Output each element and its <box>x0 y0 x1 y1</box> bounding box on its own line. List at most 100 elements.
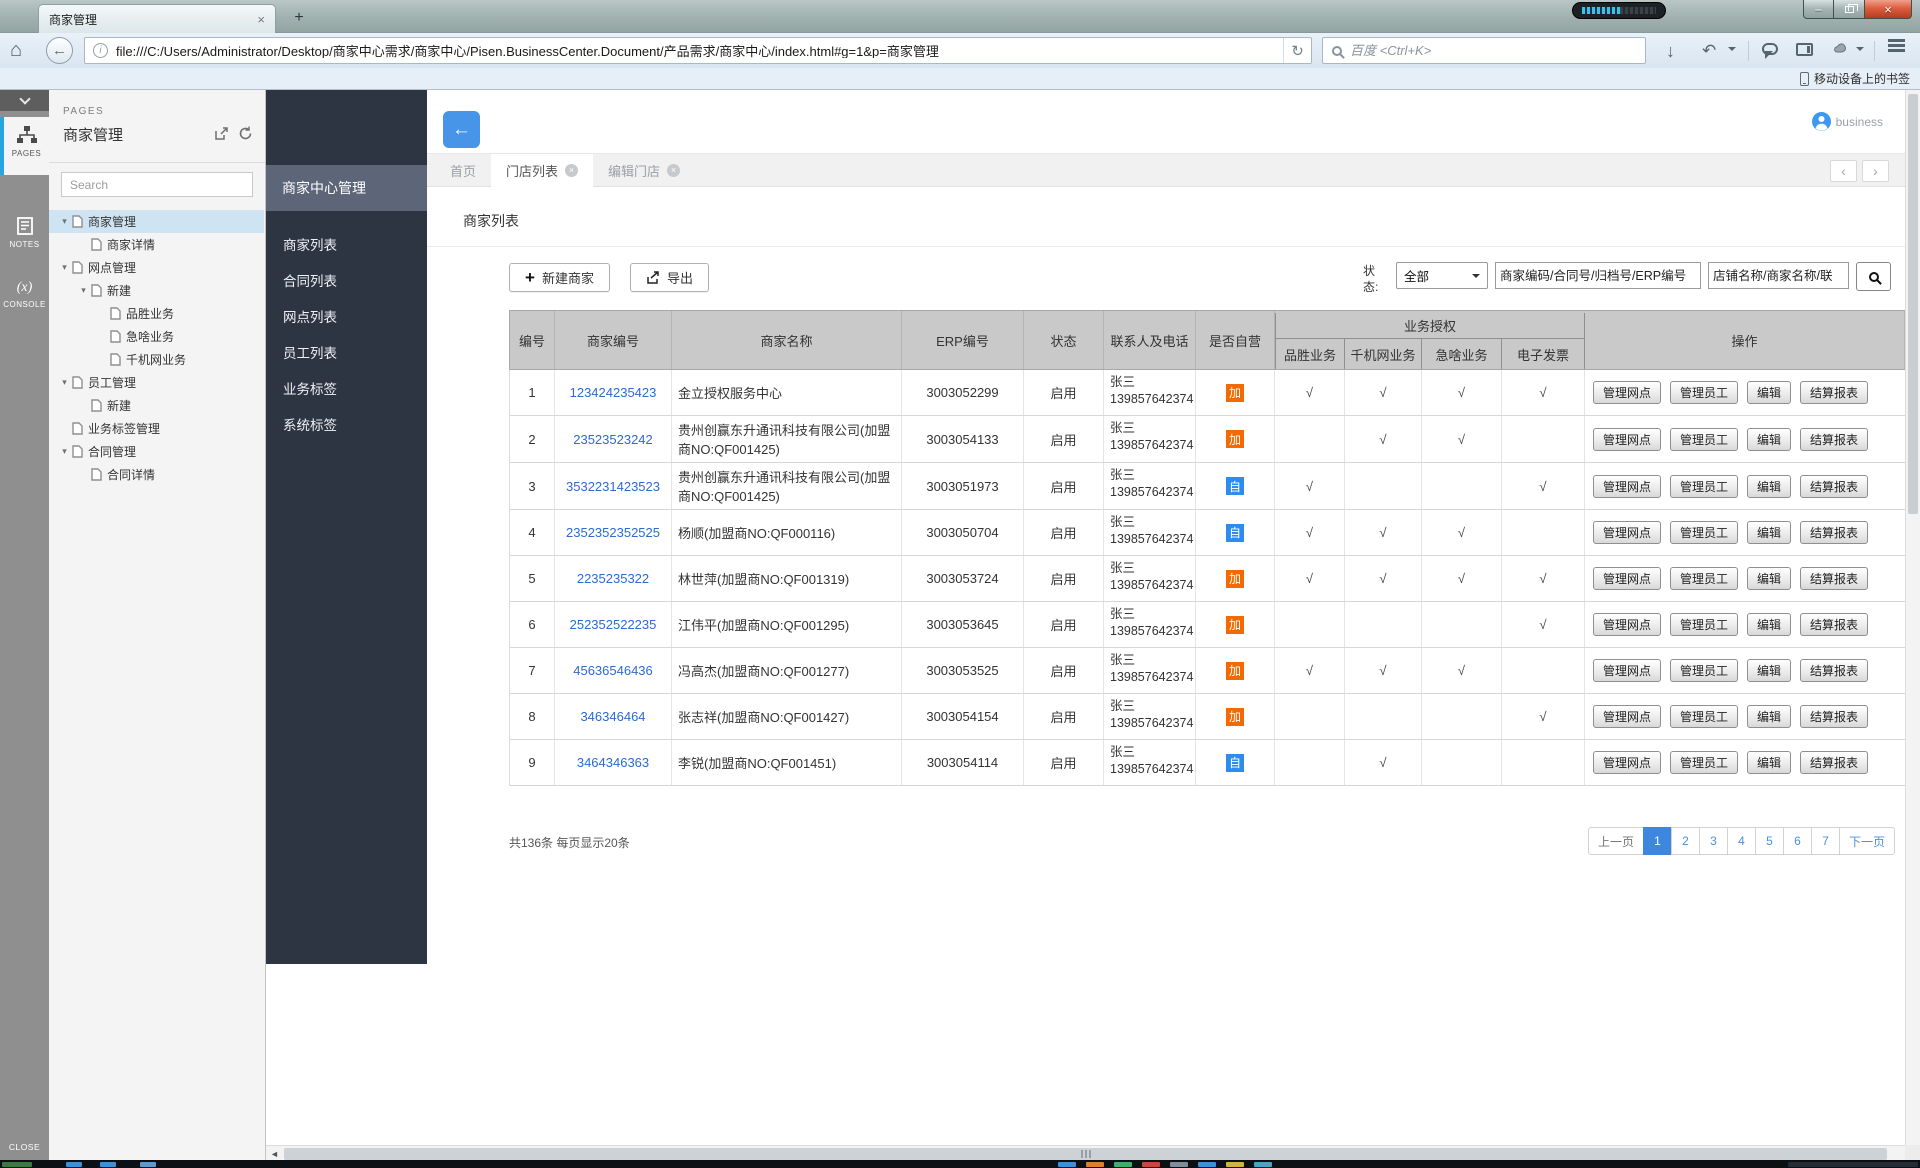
taskbar-icon[interactable] <box>1086 1162 1104 1167</box>
open-external-icon[interactable] <box>214 126 229 141</box>
new-merchant-button[interactable]: + 新建商家 <box>509 263 610 292</box>
bookmark-mobile-folder[interactable]: 移动设备上的书签 <box>1800 70 1910 87</box>
taskbar-icon[interactable] <box>66 1162 82 1167</box>
tree-item[interactable]: ▾网点管理 <box>49 256 264 279</box>
merchant-code-link[interactable]: 2352352352525 <box>566 525 660 540</box>
settlement-report-button[interactable]: 结算报表 <box>1800 613 1868 636</box>
manage-staff-button[interactable]: 管理员工 <box>1670 613 1738 636</box>
tree-item[interactable]: ▾商家管理 <box>49 210 264 233</box>
manage-outlets-button[interactable]: 管理网点 <box>1593 567 1661 590</box>
tab-groups-button[interactable] <box>1796 43 1813 56</box>
refresh-icon[interactable] <box>238 126 253 141</box>
plugin-button[interactable] <box>1832 41 1850 59</box>
web-search-input[interactable] <box>1350 43 1636 58</box>
tabs-scroll-right-button[interactable]: › <box>1862 160 1889 182</box>
menu-button[interactable] <box>1888 39 1905 42</box>
pagination-page-2[interactable]: 2 <box>1671 827 1700 855</box>
url-bar[interactable]: i ↻ <box>84 37 1312 64</box>
taskbar-icon[interactable] <box>2 1162 32 1167</box>
pages-search-input[interactable] <box>61 172 253 197</box>
manage-outlets-button[interactable]: 管理网点 <box>1593 428 1661 451</box>
manage-staff-button[interactable]: 管理员工 <box>1670 567 1738 590</box>
windows-taskbar[interactable] <box>0 1160 1920 1168</box>
pagination-prev[interactable]: 上一页 <box>1588 827 1644 855</box>
taskbar-icon[interactable] <box>100 1162 116 1167</box>
vertical-scrollbar[interactable] <box>1905 90 1920 1145</box>
rail-item-notes[interactable]: NOTES <box>0 208 49 258</box>
table-search-button[interactable] <box>1856 262 1891 291</box>
search-bar[interactable] <box>1322 37 1646 64</box>
edit-button[interactable]: 编辑 <box>1747 475 1791 498</box>
rail-item-console[interactable]: (x) CONSOLE <box>0 272 49 322</box>
tab-2[interactable]: 编辑门店× <box>593 154 695 186</box>
taskbar-icon[interactable] <box>1254 1162 1272 1167</box>
sidebar-item[interactable]: 网点列表 <box>266 300 427 336</box>
edit-button[interactable]: 编辑 <box>1747 659 1791 682</box>
edit-button[interactable]: 编辑 <box>1747 428 1791 451</box>
merchant-code-link[interactable]: 23523523242 <box>573 432 653 447</box>
manage-outlets-button[interactable]: 管理网点 <box>1593 381 1661 404</box>
merchant-code-link[interactable]: 3464346363 <box>577 755 649 770</box>
pagination-page-5[interactable]: 5 <box>1755 827 1784 855</box>
merchant-code-link[interactable]: 2235235322 <box>577 571 649 586</box>
sidebar-item[interactable]: 系统标签 <box>266 408 427 444</box>
page-back-button[interactable]: ← <box>443 111 480 148</box>
tree-item[interactable]: 品胜业务 <box>49 302 264 325</box>
taskbar-tray[interactable] <box>1788 1162 1918 1167</box>
settlement-report-button[interactable]: 结算报表 <box>1800 521 1868 544</box>
tab-close-icon[interactable]: × <box>667 164 680 177</box>
taskbar-icon[interactable] <box>1114 1162 1132 1167</box>
manage-staff-button[interactable]: 管理员工 <box>1670 659 1738 682</box>
reload-button[interactable]: ↻ <box>1283 38 1311 63</box>
rail-item-pages[interactable]: PAGES <box>0 117 49 175</box>
sidebar-item[interactable]: 商家列表 <box>266 228 427 264</box>
sidebar-item[interactable]: 合同列表 <box>266 264 427 300</box>
maximize-button[interactable] <box>1834 0 1865 19</box>
settlement-report-button[interactable]: 结算报表 <box>1800 751 1868 774</box>
home-button[interactable]: ⌂ <box>10 40 22 60</box>
settlement-report-button[interactable]: 结算报表 <box>1800 659 1868 682</box>
tree-item[interactable]: 合同详情 <box>49 463 264 486</box>
tree-item[interactable]: 新建 <box>49 394 264 417</box>
tree-item[interactable]: 千机网业务 <box>49 348 264 371</box>
merchant-code-link[interactable]: 346346464 <box>580 709 645 724</box>
messenger-button[interactable] <box>1762 43 1778 55</box>
edit-button[interactable]: 编辑 <box>1747 751 1791 774</box>
rail-close-button[interactable]: CLOSE <box>0 1142 49 1152</box>
settlement-report-button[interactable]: 结算报表 <box>1800 705 1868 728</box>
sidebar-item[interactable]: 业务标签 <box>266 372 427 408</box>
pagination-page-1[interactable]: 1 <box>1643 827 1672 855</box>
pagination-page-6[interactable]: 6 <box>1783 827 1812 855</box>
status-select[interactable]: 全部 <box>1396 262 1488 289</box>
settlement-report-button[interactable]: 结算报表 <box>1800 475 1868 498</box>
edit-button[interactable]: 编辑 <box>1747 705 1791 728</box>
merchant-code-link[interactable]: 252352522235 <box>570 617 657 632</box>
settlement-report-button[interactable]: 结算报表 <box>1800 567 1868 590</box>
settlement-report-button[interactable]: 结算报表 <box>1800 381 1868 404</box>
tree-item[interactable]: 商家详情 <box>49 233 264 256</box>
merchant-code-link[interactable]: 45636546436 <box>573 663 653 678</box>
manage-outlets-button[interactable]: 管理网点 <box>1593 659 1661 682</box>
settlement-report-button[interactable]: 结算报表 <box>1800 428 1868 451</box>
collapse-button[interactable] <box>0 90 49 111</box>
scroll-left-arrow-icon[interactable]: ◄ <box>270 1149 279 1159</box>
merchant-code-link[interactable]: 3532231423523 <box>566 479 660 494</box>
tab-close-icon[interactable]: × <box>257 12 265 27</box>
tree-item[interactable]: 急啥业务 <box>49 325 264 348</box>
merchant-code-input[interactable] <box>1495 262 1701 289</box>
edit-button[interactable]: 编辑 <box>1747 381 1791 404</box>
edit-button[interactable]: 编辑 <box>1747 567 1791 590</box>
taskbar-icon[interactable] <box>1058 1162 1076 1167</box>
browser-tab[interactable]: 商家管理 × <box>38 4 276 33</box>
taskbar-icon[interactable] <box>1142 1162 1160 1167</box>
manage-staff-button[interactable]: 管理员工 <box>1670 381 1738 404</box>
merchant-code-link[interactable]: 123424235423 <box>570 385 657 400</box>
expand-arrow-icon[interactable]: ▾ <box>57 446 72 457</box>
manage-staff-button[interactable]: 管理员工 <box>1670 751 1738 774</box>
user-badge[interactable]: business <box>1812 112 1883 131</box>
manage-staff-button[interactable]: 管理员工 <box>1670 521 1738 544</box>
expand-arrow-icon[interactable]: ▾ <box>57 377 72 388</box>
close-button[interactable]: × <box>1865 0 1912 19</box>
tabs-scroll-left-button[interactable]: ‹ <box>1830 160 1857 182</box>
manage-outlets-button[interactable]: 管理网点 <box>1593 613 1661 636</box>
